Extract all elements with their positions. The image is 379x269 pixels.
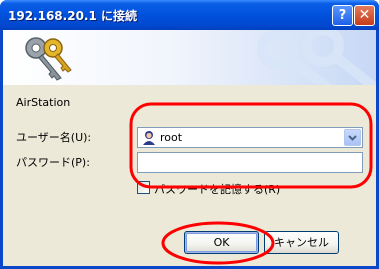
cancel-button[interactable]: キャンセル [264, 231, 339, 254]
username-label: ユーザー名(U): [16, 131, 92, 144]
username-combobox[interactable]: root [137, 127, 363, 148]
window-title: 192.168.20.1 に接続 [8, 9, 138, 23]
ok-button[interactable]: OK [184, 231, 259, 254]
realm-label: AirStation [16, 96, 71, 109]
banner [3, 30, 376, 85]
login-dialog-window: 192.168.20.1 に接続 ? ✕ AirStation ユーザー名(U)… [0, 0, 379, 269]
dialog-body: AirStation ユーザー名(U): root パスワード(P): パスワー… [3, 30, 376, 266]
dropdown-arrow-button[interactable] [344, 129, 361, 146]
close-button[interactable]: ✕ [354, 5, 375, 26]
remember-password-checkbox[interactable] [137, 181, 150, 194]
password-label: パスワード(P): [16, 156, 90, 169]
title-bar[interactable]: 192.168.20.1 に接続 ? ✕ [0, 0, 379, 30]
password-field[interactable] [137, 152, 363, 173]
remember-password-label[interactable]: パスワードを記憶する(R) [154, 181, 280, 197]
keys-icon [25, 37, 72, 81]
user-icon [143, 131, 155, 145]
chevron-down-icon [348, 135, 357, 141]
username-value: root [160, 131, 183, 144]
help-button[interactable]: ? [332, 5, 353, 26]
keys-watermark-icon [257, 30, 376, 85]
